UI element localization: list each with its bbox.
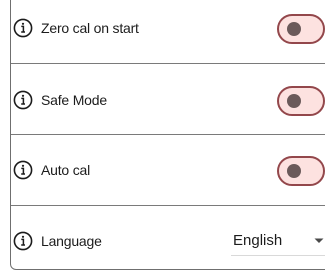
info-icon[interactable] <box>13 90 33 110</box>
setting-label: Safe Mode <box>41 92 107 108</box>
setting-label: Auto cal <box>41 162 90 178</box>
row-divider <box>11 63 325 64</box>
info-icon[interactable] <box>13 18 33 38</box>
toggle-knob <box>287 22 301 36</box>
setting-label: Zero cal on start <box>41 20 139 36</box>
language-select-value[interactable]: English <box>233 232 282 249</box>
zero-cal-toggle[interactable] <box>277 14 325 44</box>
chevron-down-icon[interactable] <box>313 237 325 245</box>
safe-mode-toggle[interactable] <box>277 86 325 116</box>
select-underline <box>231 255 325 256</box>
setting-label: Language <box>41 233 102 249</box>
row-divider <box>11 134 325 135</box>
toggle-knob <box>287 164 301 178</box>
auto-cal-toggle[interactable] <box>277 156 325 186</box>
info-icon[interactable] <box>13 231 33 251</box>
settings-panel <box>10 0 325 270</box>
row-divider <box>11 205 325 206</box>
info-icon[interactable] <box>13 160 33 180</box>
toggle-knob <box>287 94 301 108</box>
